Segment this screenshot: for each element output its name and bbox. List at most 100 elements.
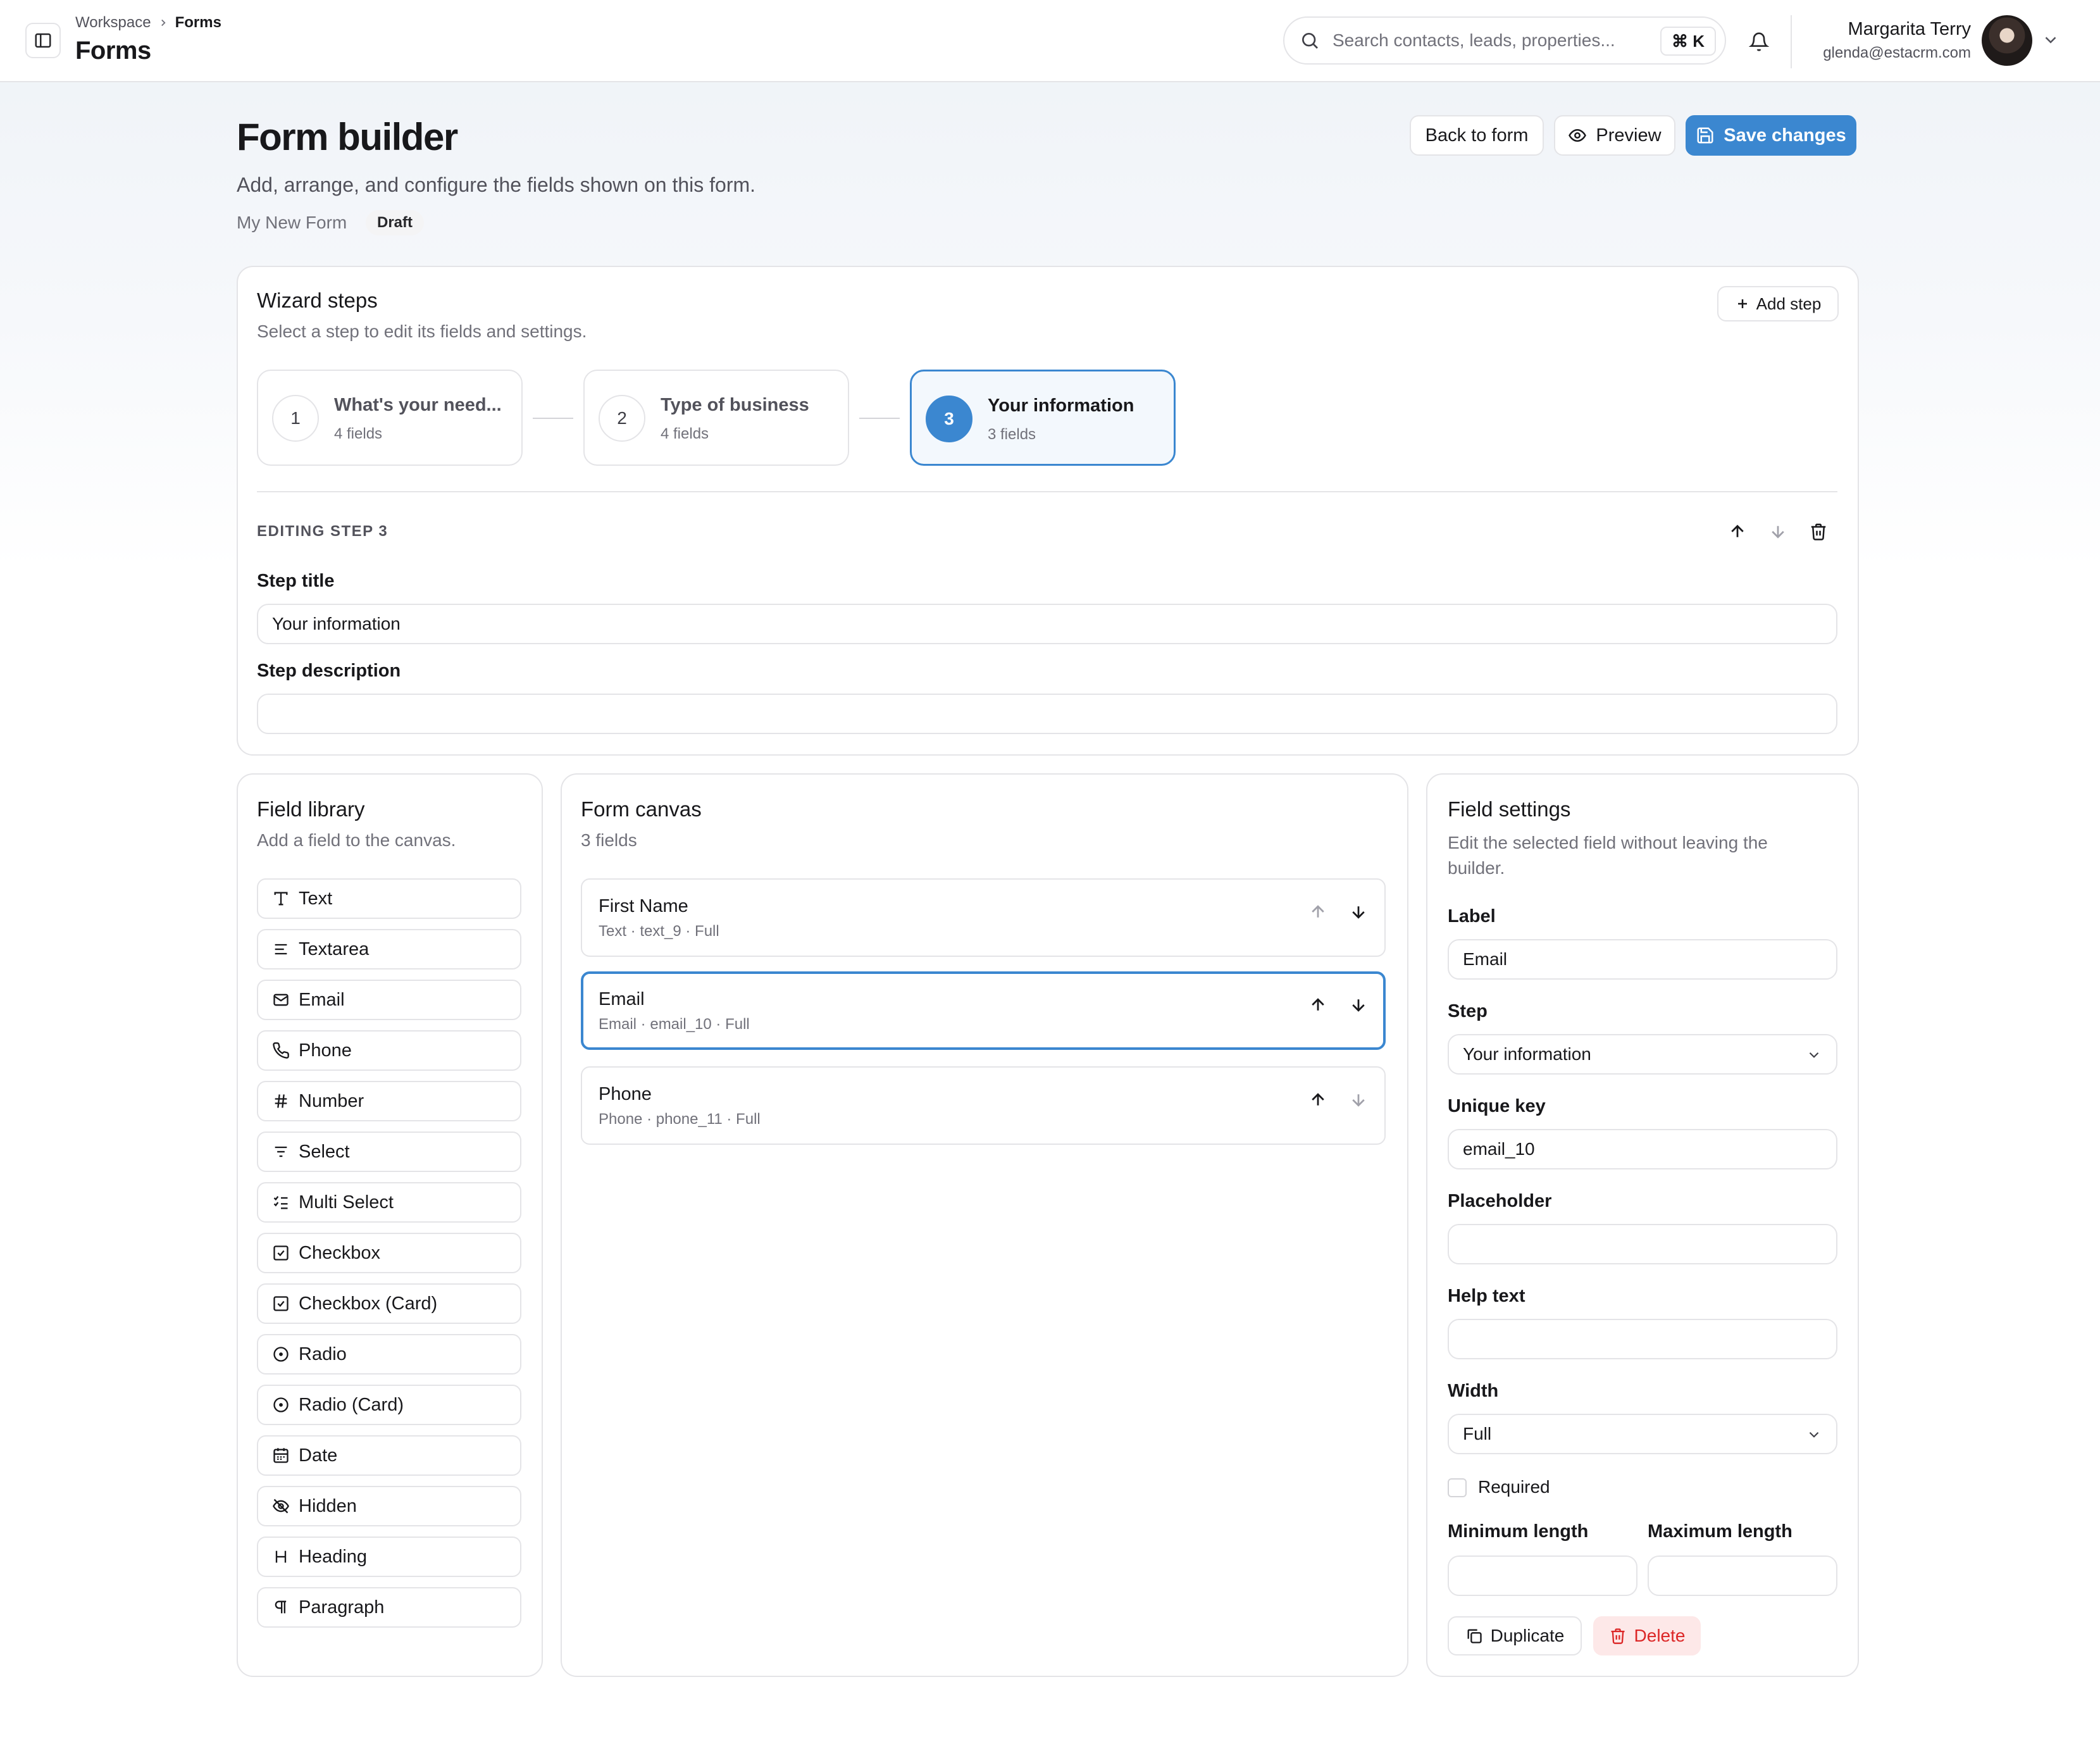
delete-step-button[interactable]	[1803, 516, 1834, 547]
step-number: 2	[599, 395, 645, 442]
library-item-email[interactable]: Email	[257, 980, 521, 1020]
eye-icon	[1569, 128, 1587, 142]
wizard-step-1[interactable]: 1 What's your need... 4 fields	[257, 370, 523, 466]
label-field-label: Label	[1448, 906, 1496, 926]
library-item-label: Multi Select	[299, 1192, 394, 1213]
notifications-button[interactable]	[1741, 24, 1777, 59]
add-step-button[interactable]: Add step	[1717, 286, 1839, 321]
move-step-down-button[interactable]	[1763, 516, 1793, 547]
circle-dot-icon	[273, 1347, 289, 1362]
form-canvas-title: Form canvas	[581, 797, 702, 821]
heading-icon	[275, 1550, 287, 1563]
wizard-step-2[interactable]: 2 Type of business 4 fields	[583, 370, 849, 466]
library-item-label: Paragraph	[299, 1597, 385, 1618]
min-length-input[interactable]	[1448, 1555, 1637, 1596]
back-to-form-label: Back to form	[1425, 125, 1529, 146]
hash-icon	[275, 1094, 287, 1108]
arrow-up-icon	[1312, 1093, 1324, 1106]
move-field-down-button[interactable]	[1349, 1090, 1368, 1113]
step-title-input[interactable]: Your information	[257, 604, 1837, 644]
wizard-subtitle: Select a step to edit its fields and set…	[257, 321, 587, 341]
placeholder-input[interactable]	[1448, 1224, 1837, 1264]
library-item-paragraph[interactable]: Paragraph	[257, 1587, 521, 1628]
divider	[1791, 15, 1792, 68]
library-item-hidden[interactable]: Hidden	[257, 1486, 521, 1526]
arrow-down-icon	[1772, 526, 1784, 539]
sidebar-toggle-button[interactable]	[25, 23, 61, 58]
placeholder-label: Placeholder	[1448, 1191, 1552, 1211]
preview-button[interactable]: Preview	[1554, 115, 1675, 156]
field-title: First Name	[599, 896, 688, 916]
move-field-down-button[interactable]	[1349, 995, 1368, 1018]
library-item-textarea[interactable]: Textarea	[257, 929, 521, 969]
library-item-label: Textarea	[299, 938, 370, 959]
user-email: glenda@estacrm.com	[1823, 44, 1971, 61]
unique-key-label: Unique key	[1448, 1096, 1546, 1116]
global-search-input[interactable]: Search contacts, leads, properties... ⌘ …	[1283, 16, 1726, 65]
unique-key-input[interactable]: email_10	[1448, 1129, 1837, 1169]
form-canvas-count: 3 fields	[581, 830, 637, 850]
required-checkbox[interactable]	[1448, 1478, 1467, 1497]
library-item-text[interactable]: Text	[257, 878, 521, 919]
move-field-up-button[interactable]	[1308, 1090, 1327, 1113]
duplicate-field-button[interactable]: Duplicate	[1448, 1616, 1582, 1655]
move-field-up-button[interactable]	[1308, 902, 1327, 925]
label-input-value: Email	[1463, 949, 1508, 969]
form-name: My New Form	[237, 213, 347, 232]
chevron-down-icon	[1809, 1431, 1819, 1438]
save-changes-button[interactable]: Save changes	[1686, 115, 1856, 156]
step-description-input[interactable]	[257, 694, 1837, 734]
library-item-radio-card[interactable]: Radio (Card)	[257, 1385, 521, 1425]
step-select[interactable]: Your information	[1448, 1034, 1837, 1075]
width-select-value: Full	[1463, 1424, 1492, 1443]
field-meta: Email · email_10 · Full	[599, 1016, 750, 1033]
wizard-step-3[interactable]: 3 Your information 3 fields	[910, 370, 1176, 466]
avatar[interactable]	[1982, 15, 2032, 66]
back-to-form-button[interactable]: Back to form	[1410, 115, 1544, 156]
canvas-field-email[interactable]: Email Email · email_10 · Full	[581, 971, 1386, 1050]
move-step-up-button[interactable]	[1722, 516, 1753, 547]
step-description-label: Step description	[257, 661, 401, 681]
textarea-icon	[275, 944, 287, 955]
save-icon	[1697, 127, 1713, 144]
canvas-field-first-name[interactable]: First Name Text · text_9 · Full	[581, 878, 1386, 957]
label-input[interactable]: Email	[1448, 939, 1837, 980]
step-title: Your information	[988, 396, 1134, 416]
field-title: Phone	[599, 1084, 652, 1104]
breadcrumb-forms[interactable]: Forms	[175, 14, 221, 32]
library-item-phone[interactable]: Phone	[257, 1030, 521, 1071]
field-title: Email	[599, 989, 645, 1009]
library-item-select[interactable]: Select	[257, 1131, 521, 1172]
pilcrow-icon	[275, 1600, 287, 1614]
max-length-input[interactable]	[1648, 1555, 1837, 1596]
library-item-date[interactable]: Date	[257, 1435, 521, 1476]
breadcrumb: Workspace Forms	[75, 14, 221, 32]
min-length-label: Minimum length	[1448, 1521, 1589, 1542]
save-changes-label: Save changes	[1724, 125, 1846, 146]
width-select[interactable]: Full	[1448, 1414, 1837, 1454]
copy-icon	[1467, 1629, 1482, 1643]
library-item-checkbox-card[interactable]: Checkbox (Card)	[257, 1283, 521, 1324]
field-library-subtitle: Add a field to the canvas.	[257, 830, 456, 850]
delete-field-button[interactable]: Delete	[1593, 1616, 1701, 1655]
step-field-count: 4 fields	[334, 425, 383, 442]
library-item-heading[interactable]: Heading	[257, 1537, 521, 1577]
canvas-field-phone[interactable]: Phone Phone · phone_11 · Full	[581, 1066, 1386, 1145]
library-item-number[interactable]: Number	[257, 1081, 521, 1121]
library-item-label: Select	[299, 1141, 350, 1162]
library-item-radio[interactable]: Radio	[257, 1334, 521, 1375]
trash-icon	[1811, 523, 1826, 540]
move-field-down-button[interactable]	[1349, 902, 1368, 925]
page-subtitle: Add, arrange, and configure the fields s…	[237, 173, 756, 196]
user-menu-button[interactable]	[2041, 30, 2060, 53]
delete-label: Delete	[1634, 1626, 1686, 1645]
move-field-up-button[interactable]	[1308, 995, 1327, 1018]
field-settings-title: Field settings	[1448, 797, 1571, 821]
library-item-multi-select[interactable]: Multi Select	[257, 1182, 521, 1223]
library-item-checkbox[interactable]: Checkbox	[257, 1233, 521, 1273]
chevron-right-icon	[161, 19, 166, 27]
library-item-label: Email	[299, 989, 345, 1010]
square-check-icon	[273, 1296, 289, 1311]
breadcrumb-workspace[interactable]: Workspace	[75, 14, 151, 32]
help-text-input[interactable]	[1448, 1319, 1837, 1359]
